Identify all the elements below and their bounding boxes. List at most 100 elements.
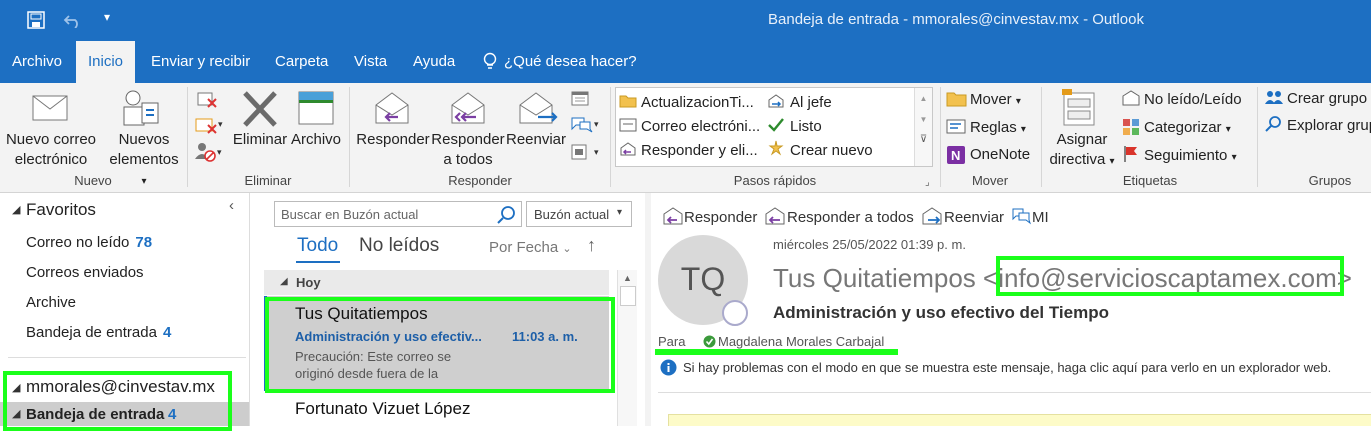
new-email-button[interactable]: Nuevo correo electrónico [4, 130, 98, 170]
tab-ayuda[interactable]: Ayuda [401, 41, 467, 83]
message-subject: Administración y uso efectivo del Tiempo [773, 303, 1109, 322]
nav-item-inbox-favorite[interactable]: Bandeja de entrada 4 [26, 324, 171, 341]
create-group-button[interactable]: Crear grupo [1287, 90, 1367, 107]
tab-archivo[interactable]: Archivo [0, 41, 74, 83]
info-icon [660, 359, 677, 376]
categorize-button[interactable]: Categorizar ▾ [1144, 119, 1231, 136]
quick-step-correo[interactable]: Correo electróni... [641, 118, 760, 135]
reply-all-label-2: a todos [443, 151, 493, 168]
reply-all-action[interactable]: Responder a todos [787, 209, 914, 226]
folder-pane: ◢ Favoritos ‹ Correo no leído 78 Correos … [0, 193, 250, 431]
search-input[interactable]: Buscar en Buzón actual [274, 201, 522, 227]
sort-by-date[interactable]: Por Fecha ⌄ [489, 239, 572, 256]
minimize-pane-icon[interactable]: ‹ [229, 197, 234, 214]
tab-vista[interactable]: Vista [342, 41, 399, 83]
flag-icon [1124, 146, 1137, 162]
svg-text:▾: ▾ [594, 119, 599, 129]
quick-step-listo[interactable]: Listo [790, 118, 822, 135]
reply-button[interactable]: Responder [352, 130, 434, 150]
quick-steps-scrollbar[interactable]: ▲ ▼ ⊽ [914, 88, 932, 166]
im-action[interactable]: MI [1032, 209, 1049, 226]
dialog-launcher-icon[interactable]: ⌟ [925, 177, 930, 188]
new-items-label-2: elementos [109, 151, 179, 168]
group-label-nuevo: Nuevo [74, 173, 112, 188]
rules-button[interactable]: Reglas ▾ [970, 119, 1026, 136]
title-bar: ▾ Bandeja de entrada - mmorales@cinvesta… [0, 0, 1371, 41]
favorites-header[interactable]: Favoritos [26, 200, 96, 220]
junk-icon[interactable]: ▾ [194, 141, 224, 163]
divider [8, 357, 246, 358]
quick-step-responder-eliminar[interactable]: Responder y eli... [641, 142, 758, 159]
categorize-label: Categorizar [1144, 119, 1222, 136]
svg-text:▾: ▾ [217, 147, 222, 157]
tab-all[interactable]: Todo [297, 235, 338, 257]
assign-policy-label-2: directiva [1049, 151, 1106, 168]
onenote-button[interactable]: OneNote [970, 146, 1030, 163]
nav-item-sent[interactable]: Correos enviados [26, 264, 144, 281]
tab-unread[interactable]: No leídos [359, 235, 439, 257]
done-check-icon [768, 118, 784, 132]
sort-direction-icon[interactable]: ↑ [587, 235, 596, 256]
message-sender: Fortunato Vizuet López [295, 399, 471, 418]
nav-item-archive[interactable]: Archive [26, 294, 76, 311]
group-label-grupos: Grupos [1308, 173, 1352, 188]
collapse-triangle-icon[interactable]: ◢ [12, 203, 20, 216]
create-group-icon [1265, 91, 1283, 104]
unread-read-icon [1122, 90, 1140, 106]
archive-icon [298, 91, 334, 125]
save-icon[interactable] [26, 10, 46, 30]
search-scope-select[interactable]: Buzón actual ▾ [526, 201, 632, 227]
forward-button[interactable]: Reenviar [504, 130, 568, 150]
svg-text:▾: ▾ [594, 147, 599, 157]
quick-step-al-jefe[interactable]: Al jefe [790, 94, 832, 111]
rules-icon [946, 119, 966, 134]
cleanup-icon[interactable]: ▾ [194, 115, 224, 135]
more-respond-icon[interactable]: ▾ [570, 143, 602, 161]
chevron-down-icon: ▾ [617, 207, 623, 218]
reading-pane: Responder Responder a todos Reenviar MI … [645, 193, 1371, 426]
message-body[interactable] [668, 414, 1371, 426]
tab-carpeta[interactable]: Carpeta [263, 41, 340, 83]
tab-enviar-recibir[interactable]: Enviar y recibir [139, 41, 262, 83]
collapse-triangle-icon[interactable]: ◢ [280, 276, 288, 287]
explore-groups-button[interactable]: Explorar grup [1287, 117, 1371, 134]
categorize-icon [1123, 119, 1139, 135]
quick-step-actualizacion[interactable]: ActualizacionTi... [641, 94, 754, 111]
im-icon[interactable]: ▾ [570, 115, 602, 133]
list-item[interactable]: Fortunato Vizuet López [264, 393, 609, 426]
active-tab-indicator [296, 261, 340, 263]
archive-button[interactable]: Archivo [288, 130, 344, 150]
window-title: Bandeja de entrada - mmorales@cinvestav.… [768, 11, 1144, 28]
ribbon: Nuevo correo electrónico Nuevos elemento… [0, 83, 1371, 193]
sender-name[interactable]: Tus Quitatiempos [773, 263, 976, 293]
unread-read-button[interactable]: No leído/Leído [1144, 91, 1242, 108]
ignore-icon[interactable] [196, 89, 218, 109]
forward-action[interactable]: Reenviar [944, 209, 1004, 226]
tell-me-search[interactable]: ¿Qué desea hacer? [504, 53, 637, 70]
nav-item-unread[interactable]: Correo no leído 78 [26, 234, 152, 251]
quick-step-crear-nuevo[interactable]: Crear nuevo [790, 142, 873, 159]
search-icon[interactable] [497, 205, 517, 225]
list-scrollbar[interactable]: ▲ [617, 270, 637, 426]
ribbon-tabs: Archivo Inicio Enviar y recibir Carpeta … [0, 41, 1371, 83]
group-header-today[interactable]: ◢ Hoy [264, 270, 609, 295]
followup-button[interactable]: Seguimiento ▾ [1144, 147, 1237, 164]
folder-icon [619, 95, 637, 108]
reply-icon [375, 92, 409, 124]
delete-button[interactable]: Eliminar [230, 130, 290, 150]
new-items-label-1: Nuevos [118, 131, 170, 148]
move-button[interactable]: Mover ▾ [970, 91, 1021, 108]
tab-inicio[interactable]: Inicio [76, 41, 136, 83]
reply-all-button[interactable]: Responder a todos [428, 130, 508, 170]
reply-delete-icon [620, 142, 636, 156]
group-label-etiquetas: Etiquetas [1122, 173, 1178, 188]
info-bar[interactable]: Si hay problemas con el modo en que se m… [683, 360, 1331, 375]
reply-action[interactable]: Responder [684, 209, 757, 226]
recipient-name[interactable]: Magdalena Morales Carbajal [718, 334, 884, 349]
meeting-icon[interactable] [570, 89, 592, 107]
quick-access-dropdown-icon[interactable]: ▾ [104, 10, 110, 24]
assign-policy-button[interactable]: Asignar directiva ▾ [1044, 130, 1120, 172]
new-email-label-1: Nuevo correo [5, 131, 97, 148]
lightbulb-icon [483, 52, 497, 69]
undo-icon[interactable] [63, 12, 83, 28]
